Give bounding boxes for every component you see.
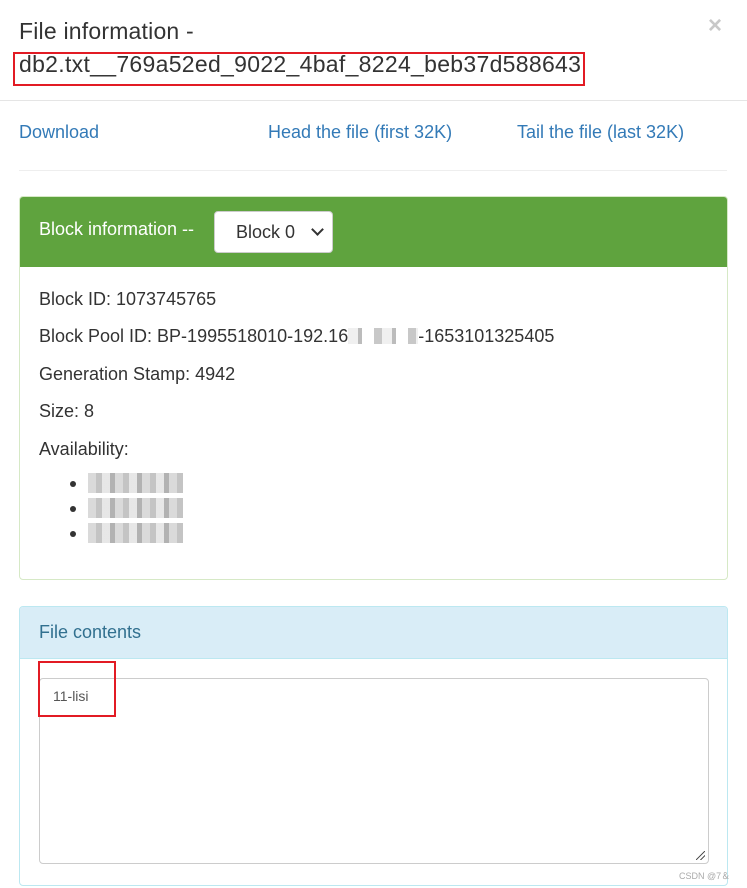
block-heading-label: Block information -- <box>39 219 195 239</box>
close-icon[interactable]: × <box>708 14 722 38</box>
modal-title: File information - <box>19 18 194 44</box>
redacted-ip <box>348 328 419 344</box>
block-pool-id-prefix: Block Pool ID: BP-1995518010-192.16 <box>39 326 349 346</box>
tail-file-link[interactable]: Tail the file (last 32K) <box>517 122 684 143</box>
file-contents-label: File contents <box>39 622 142 642</box>
generation-stamp: Generation Stamp: 4942 <box>39 364 236 384</box>
redacted-host <box>88 498 183 518</box>
download-link[interactable]: Download <box>19 122 99 143</box>
file-actions: Download Head the file (first 32K) Tail … <box>0 118 747 148</box>
block-pool-id-suffix: -1653101325405 <box>418 326 555 346</box>
head-file-link[interactable]: Head the file (first 32K) <box>268 122 452 143</box>
block-id: Block ID: 1073745765 <box>39 289 217 309</box>
block-information-panel: Block information -- Block 0 Block ID: 1… <box>19 196 728 580</box>
chevron-down-icon <box>311 223 324 236</box>
bullet <box>70 531 76 537</box>
annotation-highlight-content <box>38 661 116 717</box>
file-contents-heading: File contents <box>20 607 727 659</box>
block-panel-heading: Block information -- Block 0 <box>20 197 727 267</box>
redacted-host <box>88 473 183 493</box>
divider <box>19 170 727 171</box>
bullet <box>70 506 76 512</box>
file-contents-panel: File contents 11-lisi <box>19 606 728 886</box>
block-select-value: Block 0 <box>236 222 296 242</box>
annotation-highlight-filename <box>13 52 585 86</box>
block-select[interactable]: Block 0 <box>214 211 333 253</box>
resize-handle-icon[interactable] <box>696 851 705 860</box>
block-pool-id: Block Pool ID: BP-1995518010-192.16 -1653… <box>39 326 554 347</box>
bullet <box>70 481 76 487</box>
watermark: CSDN @7＆ <box>679 871 731 881</box>
modal-header: File information - db2.txt__769a52ed_902… <box>0 0 747 101</box>
block-size: Size: 8 <box>39 401 95 421</box>
availability-label: Availability: <box>39 439 129 459</box>
redacted-host <box>88 523 183 543</box>
file-contents-textarea[interactable]: 11-lisi <box>39 678 709 864</box>
